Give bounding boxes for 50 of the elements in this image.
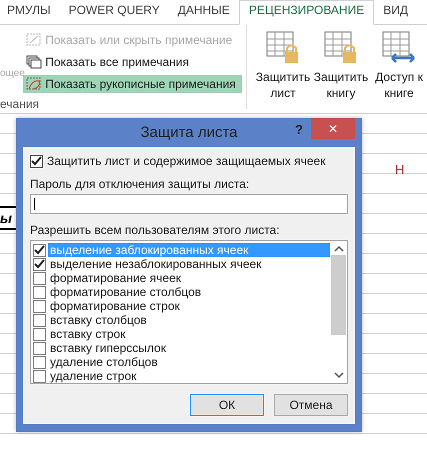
list-item[interactable]: вставку столбцов [48,313,330,327]
help-button[interactable]: ? [295,122,303,137]
permissions-label: Разрешить всем пользователям этого листа: [30,223,281,237]
ribbon-tab[interactable]: ВИД [374,1,417,24]
column-header: H [395,162,404,177]
password-field[interactable] [30,194,348,214]
ribbon-tab[interactable]: POWER QUERY [60,1,169,24]
checkbox-label: Защитить лист и содержимое защищаемых ячеек [47,154,326,168]
list-item[interactable]: удаление строк [48,369,330,383]
dialog-title: Защита листа [140,124,238,141]
checkbox[interactable] [33,342,46,354]
ribbon-button[interactable]: Защитить книгу [313,31,369,113]
ink-icon [26,77,42,91]
checkbox[interactable] [33,314,46,326]
checkbox[interactable] [33,244,46,256]
lock-sheet-icon [324,31,358,65]
list-item[interactable]: форматирование столбцов [48,285,330,299]
close-button[interactable]: ✕ [311,118,355,139]
checkbox[interactable] [33,328,46,340]
checkbox[interactable] [33,286,46,298]
checkbox[interactable] [30,154,43,168]
list-item[interactable]: удаление столбцов [48,355,330,369]
scroll-down-icon[interactable] [334,371,344,379]
list-item[interactable]: форматирование ячеек [48,271,330,285]
note-icon [26,33,42,47]
share-sheet-icon [382,31,416,65]
ribbon-tab[interactable]: ДАННЫЕ [168,1,239,24]
group-label: ечания [0,97,40,111]
cancel-button[interactable]: Отмена [274,394,348,416]
checkbox[interactable] [33,258,46,270]
ribbon-button[interactable]: Доступ к книге [371,31,427,113]
ribbon-button[interactable]: Защитить лист [255,31,311,113]
password-label: Пароль для отключения защиты листа: [30,177,250,191]
ribbon-command[interactable]: Показать рукописные примечания [23,75,242,93]
ribbon-tab[interactable]: РМУЛЫ [0,1,60,24]
ok-button[interactable]: ОК [190,394,264,416]
list-item[interactable]: форматирование строк [48,299,330,313]
checkbox[interactable] [33,300,46,312]
table-cell: ы [0,206,16,230]
scroll-up-icon[interactable] [334,245,344,253]
ribbon-command[interactable]: Показать все примечания [23,53,242,71]
checkbox[interactable] [33,272,46,284]
checkbox[interactable] [33,356,46,368]
ribbon-tab[interactable]: РЕЦЕНЗИРОВАНИЕ [238,0,374,25]
lock-sheet-icon [266,31,300,65]
checkbox[interactable] [33,370,46,382]
list-item[interactable]: вставку гиперссылок [48,341,330,355]
list-item[interactable]: выделение незаблокированных ячеек [48,257,330,271]
notes-icon [26,55,42,69]
list-item[interactable]: вставку строк [48,327,330,341]
